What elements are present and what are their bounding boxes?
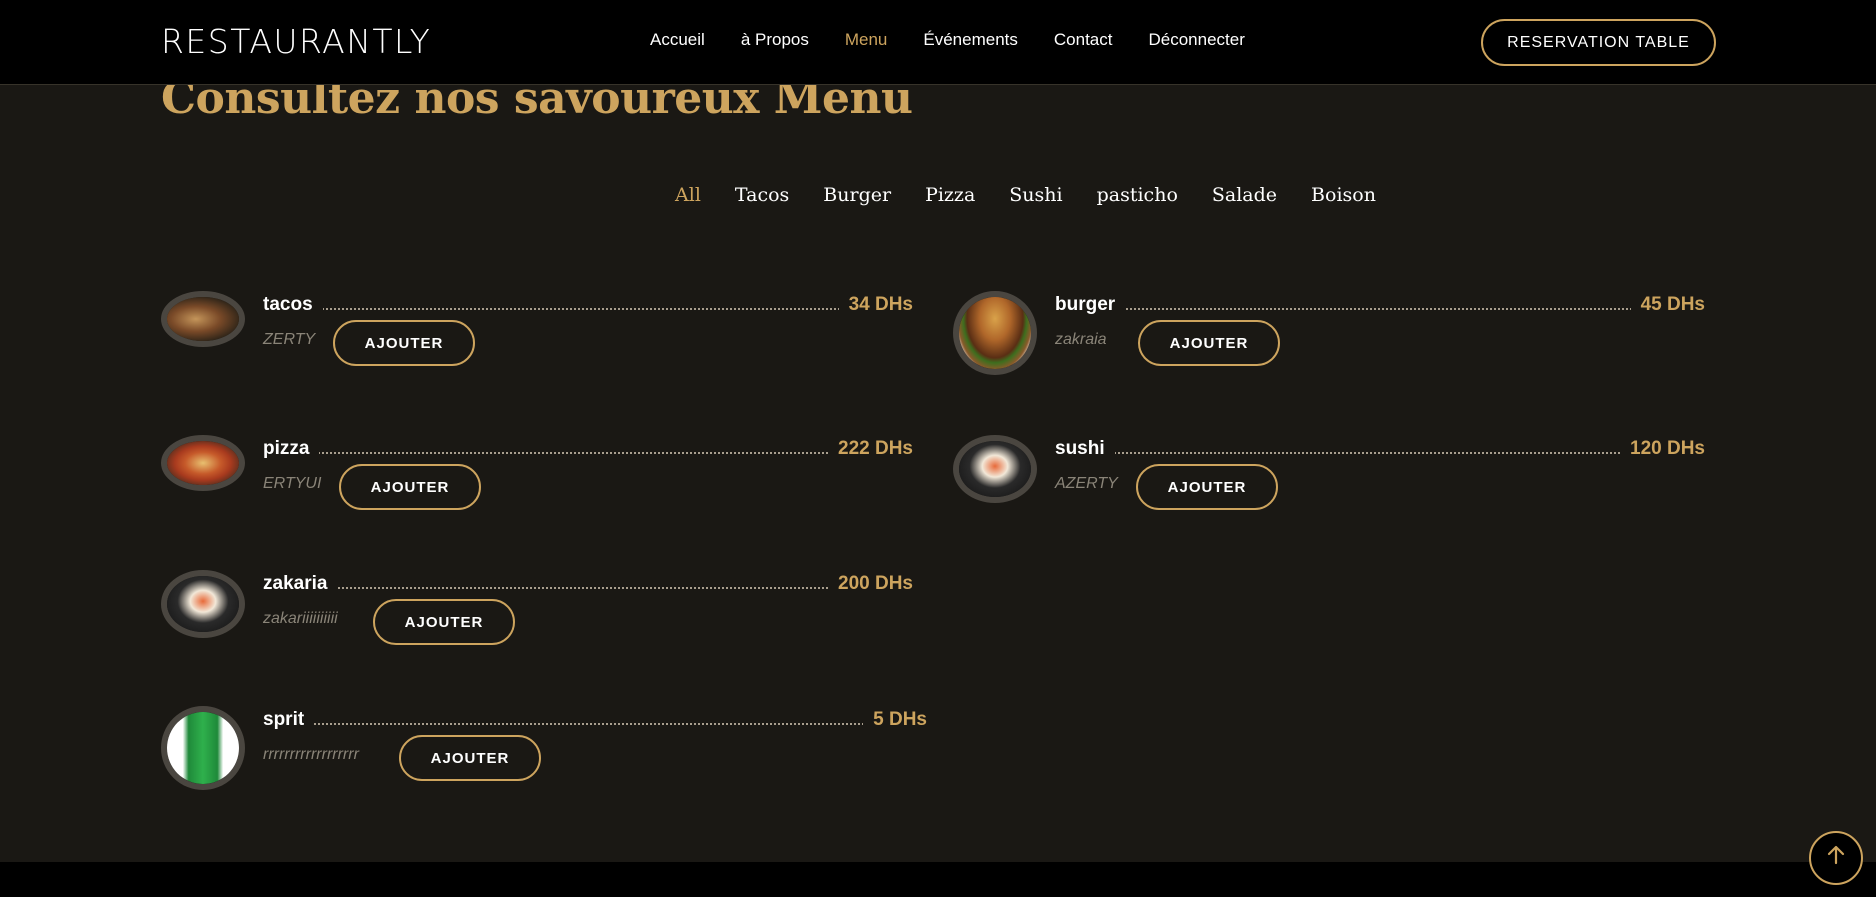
filter-burger[interactable]: Burger [823, 184, 891, 206]
nav-contact[interactable]: Contact [1054, 30, 1113, 50]
menu-item: tacos 34 DHs ZERTY AJOUTER [161, 291, 913, 384]
site-header: RESTAURANTLY Accueil à Propos Menu Événe… [0, 0, 1876, 85]
menu-item: sprit 5 DHs rrrrrrrrrrrrrrrrrr AJOUTER [161, 706, 927, 799]
menu-item-price: 5 DHs [863, 709, 927, 731]
nav-accueil[interactable]: Accueil [650, 30, 705, 50]
footer [0, 862, 1876, 897]
menu-item-price: 200 DHs [828, 573, 913, 595]
add-to-cart-button[interactable]: AJOUTER [373, 599, 515, 645]
menu-item-name: sushi [1055, 438, 1115, 460]
site-logo[interactable]: RESTAURANTLY [161, 22, 431, 61]
menu-item-name: zakaria [263, 573, 338, 595]
add-to-cart-button[interactable]: AJOUTER [1136, 464, 1278, 510]
menu-item-name: burger [1055, 294, 1126, 316]
pizza-image [161, 435, 245, 491]
main-nav: Accueil à Propos Menu Événements Contact… [650, 30, 1281, 50]
sushi-image [161, 570, 245, 638]
menu-item-description: zakariiiiiiiiii [263, 610, 338, 627]
filter-pizza[interactable]: Pizza [925, 184, 975, 206]
filter-all[interactable]: All [675, 184, 701, 206]
filter-sushi[interactable]: Sushi [1009, 184, 1062, 206]
menu-item: burger 45 DHs zakraia AJOUTER [953, 291, 1705, 384]
menu-item: sushi 120 DHs AZERTY AJOUTER [953, 435, 1705, 528]
reservation-table-button[interactable]: RESERVATION TABLE [1481, 19, 1716, 66]
menu-item-name: sprit [263, 709, 315, 731]
back-to-top-button[interactable] [1809, 831, 1863, 885]
menu-item: zakaria 200 DHs zakariiiiiiiiii AJOUTER [161, 570, 913, 663]
sprite-can-image [161, 706, 245, 790]
nav-menu[interactable]: Menu [845, 30, 888, 50]
menu-item-price: 34 DHs [838, 294, 913, 316]
nav-a-propos[interactable]: à Propos [741, 30, 809, 50]
menu-item-price: 120 DHs [1620, 438, 1705, 460]
filter-boison[interactable]: Boison [1311, 184, 1376, 206]
menu-item-description: AZERTY [1055, 475, 1118, 492]
menu-item-name: pizza [263, 438, 320, 460]
nav-evenements[interactable]: Événements [923, 30, 1018, 50]
filter-salade[interactable]: Salade [1212, 184, 1277, 206]
nav-deconnecter[interactable]: Déconnecter [1148, 30, 1244, 50]
menu-item-name: tacos [263, 294, 323, 316]
menu-item-description: rrrrrrrrrrrrrrrrrr [263, 746, 359, 763]
add-to-cart-button[interactable]: AJOUTER [399, 735, 541, 781]
burger-image [953, 291, 1037, 375]
menu-item-price: 45 DHs [1630, 294, 1705, 316]
menu-item-description: ERTYUI [263, 475, 322, 492]
tacos-image [161, 291, 245, 347]
menu-item-price: 222 DHs [828, 438, 913, 460]
menu-item: pizza 222 DHs ERTYUI AJOUTER [161, 435, 913, 528]
sushi-image [953, 435, 1037, 503]
add-to-cart-button[interactable]: AJOUTER [1138, 320, 1280, 366]
menu-item-description: zakraia [1055, 331, 1107, 348]
filter-pasticho[interactable]: pasticho [1097, 184, 1178, 206]
menu-filters: All Tacos Burger Pizza Sushi pasticho Sa… [0, 184, 1876, 206]
filter-tacos[interactable]: Tacos [735, 184, 789, 206]
arrow-up-icon [1825, 844, 1847, 872]
add-to-cart-button[interactable]: AJOUTER [333, 320, 475, 366]
add-to-cart-button[interactable]: AJOUTER [339, 464, 481, 510]
menu-item-description: ZERTY [263, 331, 316, 348]
